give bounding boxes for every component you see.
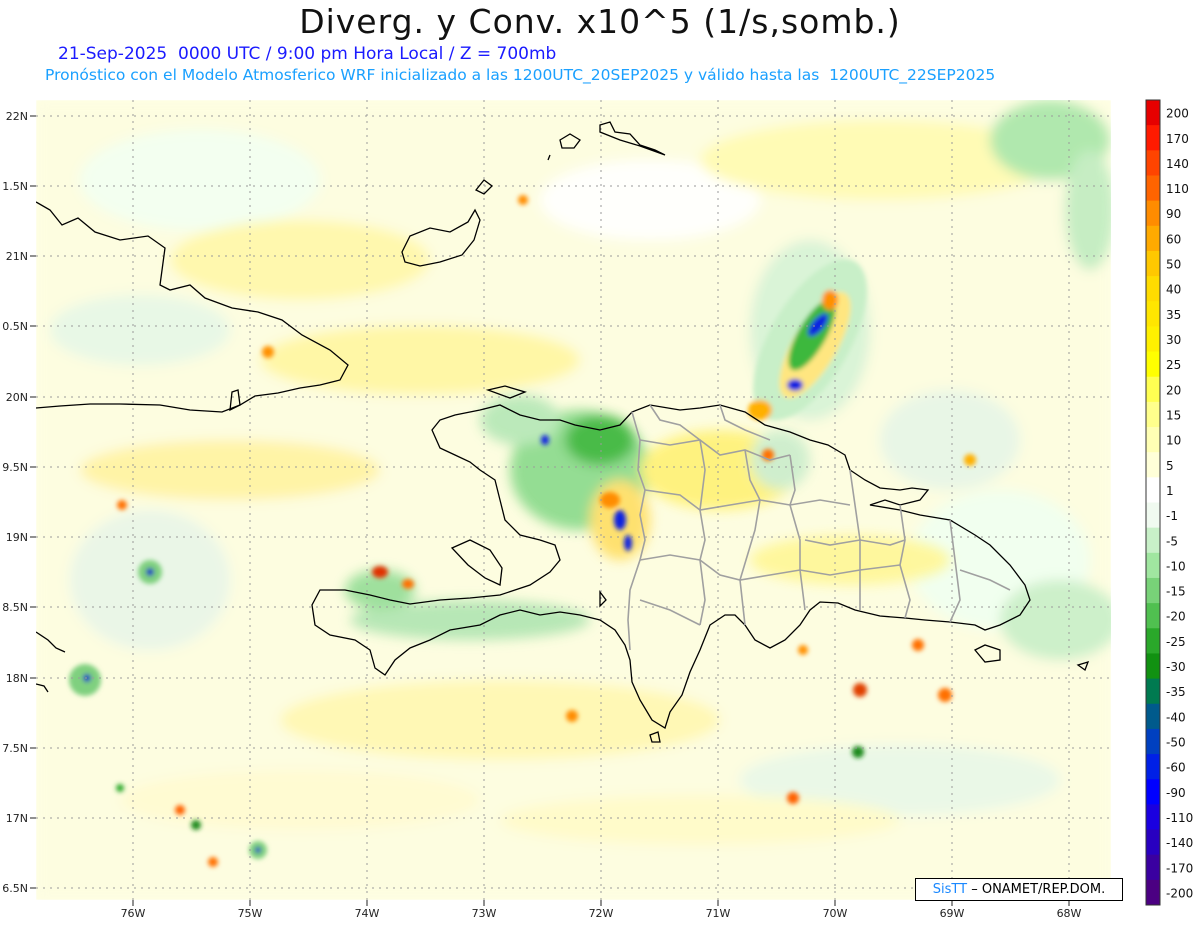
colorbar-swatch	[1146, 477, 1160, 503]
lat-label: 8.5N	[2, 601, 28, 614]
lat-labels: 22N 1.5N 21N 0.5N 20N 9.5N 19N 8.5N 18N …	[2, 110, 28, 895]
lon-label: 73W	[472, 907, 497, 920]
colorbar-swatch	[1146, 326, 1160, 353]
lon-label: 68W	[1057, 907, 1082, 920]
colorbar-swatch	[1146, 351, 1160, 378]
colorbar: 200 170 140 110 90 60 50 40 35 30 25 20 15 10 5 1 -1 -5 -1…	[1145, 99, 1193, 906]
colorbar-label: -200	[1166, 886, 1193, 900]
model-info-line: Pronóstico con el Modelo Atmosferico WRF…	[45, 66, 996, 84]
lat-label: 20N	[6, 391, 28, 404]
colorbar-label: -140	[1166, 836, 1193, 850]
forecast-map: 22N 1.5N 21N 0.5N 20N 9.5N 19N 8.5N 18N …	[2, 99, 1193, 920]
colorbar-label: 1	[1166, 484, 1174, 498]
colorbar-swatch	[1146, 401, 1160, 428]
colorbar-label: 10	[1166, 434, 1181, 448]
colorbar-label: 170	[1166, 132, 1189, 146]
lon-label: 71W	[706, 907, 731, 920]
colorbar-swatch	[1146, 628, 1160, 654]
colorbar-label: 35	[1166, 308, 1181, 322]
lat-label: 6.5N	[2, 882, 28, 895]
colorbar-label: 25	[1166, 358, 1181, 372]
colorbar-swatch	[1146, 376, 1160, 403]
lon-labels: 76W 75W 74W 73W 72W 71W 70W 69W 68W	[121, 907, 1082, 920]
lon-label: 76W	[121, 907, 146, 920]
lon-label: 74W	[355, 907, 380, 920]
lon-label: 69W	[940, 907, 965, 920]
colorbar-swatch	[1146, 653, 1160, 680]
lat-label: 22N	[6, 110, 28, 123]
chart-title: Diverg. y Conv. x10^5 (1/s,somb.)	[299, 2, 901, 41]
colorbar-label: 5	[1166, 459, 1174, 473]
colorbar-label: 110	[1166, 182, 1189, 196]
colorbar-label: -10	[1166, 559, 1186, 573]
colorbar-label: 60	[1166, 232, 1181, 246]
colorbar-swatch	[1146, 125, 1160, 151]
colorbar-swatch	[1146, 829, 1160, 856]
lon-label: 72W	[589, 907, 614, 920]
colorbar-swatch	[1146, 728, 1160, 755]
valid-time-line: 21-Sep-2025 0000 UTC / 9:00 pm Hora Loca…	[58, 44, 557, 64]
colorbar-swatch	[1146, 150, 1160, 176]
lat-label: 17N	[6, 812, 28, 825]
colorbar-swatch	[1146, 175, 1160, 202]
colorbar-label: -50	[1166, 736, 1186, 750]
credit-text: – ONAMET/REP.DOM.	[971, 882, 1106, 897]
colorbar-label: 50	[1166, 258, 1181, 272]
colorbar-label: -5	[1166, 534, 1178, 548]
colorbar-swatch	[1146, 754, 1160, 780]
colorbar-swatch	[1146, 502, 1160, 529]
lat-label: 0.5N	[2, 320, 28, 333]
colorbar-label: -25	[1166, 635, 1186, 649]
colorbar-swatch	[1146, 276, 1160, 302]
colorbar-swatch	[1146, 527, 1160, 554]
colorbar-label: 40	[1166, 283, 1181, 297]
colorbar-swatch	[1146, 703, 1160, 730]
colorbar-swatch	[1146, 250, 1160, 277]
lat-ticks	[30, 115, 36, 889]
colorbar-label: 30	[1166, 333, 1181, 347]
colorbar-swatch	[1146, 879, 1160, 906]
colorbar-swatch	[1146, 427, 1160, 453]
colorbar-label: 20	[1166, 383, 1181, 397]
colorbar-swatch	[1146, 854, 1160, 881]
colorbar-label: -35	[1166, 685, 1186, 699]
colorbar-swatch	[1146, 225, 1160, 252]
lat-label: 1.5N	[2, 180, 28, 193]
colorbar-swatch	[1146, 779, 1160, 805]
colorbar-label: -60	[1166, 761, 1186, 775]
lon-label: 70W	[823, 907, 848, 920]
colorbar-swatch	[1146, 200, 1160, 227]
colorbar-swatch	[1146, 301, 1160, 327]
colorbar-label: -30	[1166, 660, 1186, 674]
colorbar-label: -15	[1166, 585, 1186, 599]
lat-label: 18N	[6, 672, 28, 685]
colorbar-label: 90	[1166, 207, 1181, 221]
colorbar-swatch	[1146, 100, 1160, 126]
lat-label: 19N	[6, 531, 28, 544]
colorbar-swatch	[1146, 678, 1160, 705]
colorbar-label: -90	[1166, 786, 1186, 800]
lat-label: 9.5N	[2, 461, 28, 474]
colorbar-label: -170	[1166, 861, 1193, 875]
colorbar-label: -1	[1166, 509, 1178, 523]
lat-label: 21N	[6, 250, 28, 263]
colorbar-label: 200	[1166, 107, 1189, 121]
colorbar-swatch	[1146, 804, 1160, 831]
lat-label: 7.5N	[2, 742, 28, 755]
colorbar-swatch	[1146, 577, 1160, 604]
colorbar-swatch	[1146, 603, 1160, 629]
colorbar-label: 15	[1166, 408, 1181, 422]
sistt-logo: SisTT	[932, 882, 968, 897]
colorbar-label: -110	[1166, 811, 1193, 825]
colorbar-label: 140	[1166, 157, 1189, 171]
lon-label: 75W	[238, 907, 263, 920]
colorbar-label: -20	[1166, 610, 1186, 624]
credit-box: SisTT – ONAMET/REP.DOM.	[915, 878, 1123, 901]
colorbar-swatch	[1146, 552, 1160, 579]
colorbar-label: -40	[1166, 710, 1186, 724]
colorbar-swatch	[1146, 452, 1160, 478]
